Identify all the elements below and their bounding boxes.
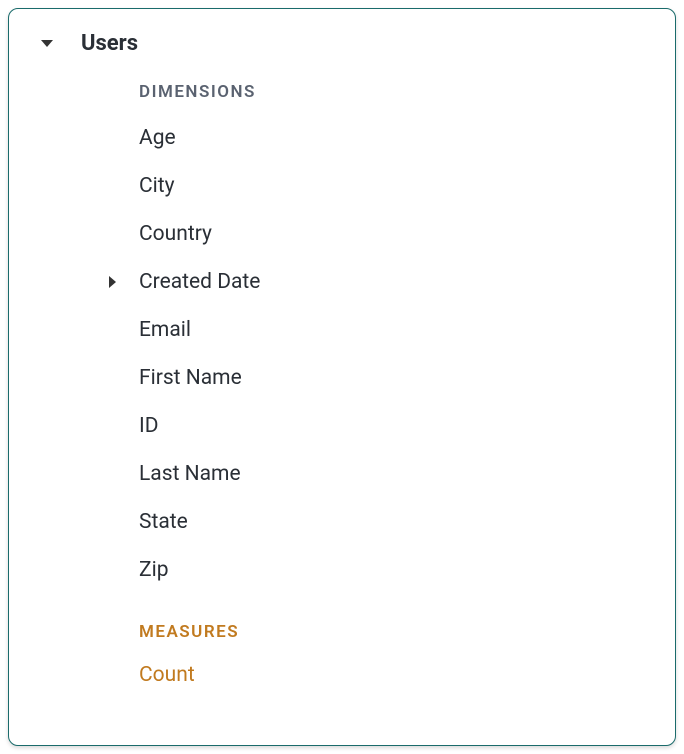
- view-header-row[interactable]: Users: [9, 31, 675, 56]
- field-picker-panel: Users DIMENSIONS Age City Country Create…: [8, 8, 676, 746]
- field-label: Zip: [139, 558, 168, 582]
- field-label: ID: [139, 414, 159, 438]
- field-label: Last Name: [139, 462, 241, 486]
- dimensions-section: DIMENSIONS Age City Country Created Date…: [9, 82, 675, 696]
- dimensions-header: DIMENSIONS: [139, 82, 675, 102]
- dimension-field-state[interactable]: State: [139, 498, 675, 546]
- dimension-field-first-name[interactable]: First Name: [139, 354, 675, 402]
- field-label: Count: [139, 663, 195, 687]
- field-label: First Name: [139, 366, 242, 390]
- measure-field-count[interactable]: Count: [139, 654, 675, 696]
- field-label: Email: [139, 318, 191, 342]
- field-label: City: [139, 174, 175, 198]
- field-label: Age: [139, 126, 176, 150]
- field-label: State: [139, 510, 188, 534]
- dimension-field-zip[interactable]: Zip: [139, 546, 675, 594]
- dimension-field-created-date[interactable]: Created Date: [139, 258, 675, 306]
- field-label: Country: [139, 222, 212, 246]
- dimension-field-id[interactable]: ID: [139, 402, 675, 450]
- chevron-down-icon: [41, 40, 53, 47]
- dimension-field-country[interactable]: Country: [139, 210, 675, 258]
- dimension-field-age[interactable]: Age: [139, 114, 675, 162]
- dimension-field-email[interactable]: Email: [139, 306, 675, 354]
- dimension-field-last-name[interactable]: Last Name: [139, 450, 675, 498]
- dimension-field-city[interactable]: City: [139, 162, 675, 210]
- view-title: Users: [81, 31, 138, 56]
- field-label: Created Date: [139, 270, 260, 294]
- measures-header: MEASURES: [139, 622, 675, 642]
- chevron-right-icon[interactable]: [109, 270, 116, 294]
